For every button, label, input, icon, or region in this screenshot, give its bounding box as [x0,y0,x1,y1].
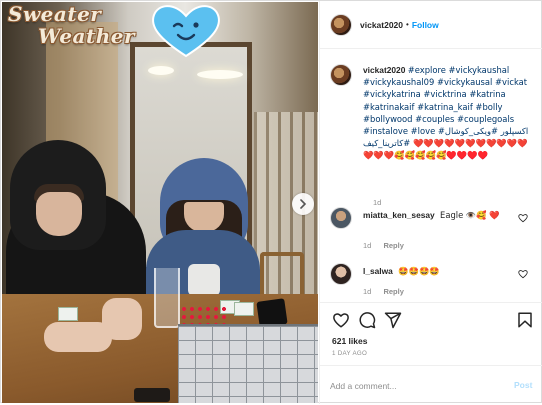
photo-title-line-1: Sweater [8,2,102,26]
ceiling-light [148,66,174,75]
comment-username[interactable]: l_salwa [363,266,393,276]
comment-meta: 1d Reply [363,241,404,250]
person-left-face [36,192,82,236]
comments-section[interactable]: vickat2020 #explore #vickykaushal #vicky… [320,49,542,302]
comment-username[interactable]: miatta_ken_sesay [363,210,435,220]
post-header: vickat2020 • Follow [320,1,542,49]
caption-body: vickat2020 #explore #vickykaushal #vicky… [363,64,537,162]
add-comment-input[interactable] [330,379,500,393]
post-sidebar: vickat2020 • Follow vickat2020 #explore … [319,1,542,404]
avatar[interactable] [330,64,352,86]
chevron-right-icon [300,199,307,209]
comment-body: miatta_ken_sesay Eagle 👁️🥰 ❤️ [363,209,503,221]
like-comment-heart-icon[interactable] [518,269,528,279]
header-username[interactable]: vickat2020 [360,20,403,30]
winking-heart-sticker-icon [152,5,220,58]
comment-text: 🤩🤩🤩🤩 [398,266,440,276]
like-comment-heart-icon[interactable] [518,213,528,223]
reply-button[interactable]: Reply [383,241,403,250]
ceiling-light [197,70,243,79]
photo-title-line-2: Weather [38,24,136,48]
comment-time: 1d [363,287,372,296]
instagram-post: Sweater Weather vickat2020 • Follow vick… [0,0,542,404]
caption-text: #explore #vickykaushal #vickykaushal09 #… [363,65,529,161]
follow-button[interactable]: Follow [412,20,439,30]
game-board [178,324,318,403]
post-time-ago: 1 DAY AGO [332,350,368,357]
comment-time: 1d [363,241,372,250]
playing-card [58,307,78,321]
caption-username[interactable]: vickat2020 [363,65,405,75]
avatar[interactable] [330,263,352,285]
water-glass [154,268,180,328]
post-comment-button[interactable]: Post [514,380,532,390]
likes-count[interactable]: 621 likes [332,336,367,346]
reply-button[interactable]: Reply [383,287,403,296]
caption-time: 1d [373,198,382,207]
share-icon[interactable] [384,311,402,329]
avatar[interactable] [330,207,352,229]
add-comment-bar: Post [320,365,542,405]
comment-body: l_salwa 🤩🤩🤩🤩 [363,265,503,277]
comment-icon[interactable] [358,311,376,329]
avatar[interactable] [330,13,352,36]
person-left-hand [102,298,142,340]
next-photo-button[interactable] [292,193,314,215]
post-actions: 621 likes 1 DAY AGO Post [320,302,542,404]
dark-object [134,388,170,402]
separator-dot: • [406,20,409,29]
person-right-shirt [188,264,220,296]
comment-meta: 1d Reply [363,287,404,296]
red-chips [180,305,228,325]
post-photo[interactable]: Sweater Weather [2,2,318,403]
comment-text: Eagle 👁️🥰 ❤️ [440,210,500,220]
bookmark-icon[interactable] [516,311,534,329]
playing-card [234,302,254,316]
heart-icon[interactable] [332,311,350,329]
